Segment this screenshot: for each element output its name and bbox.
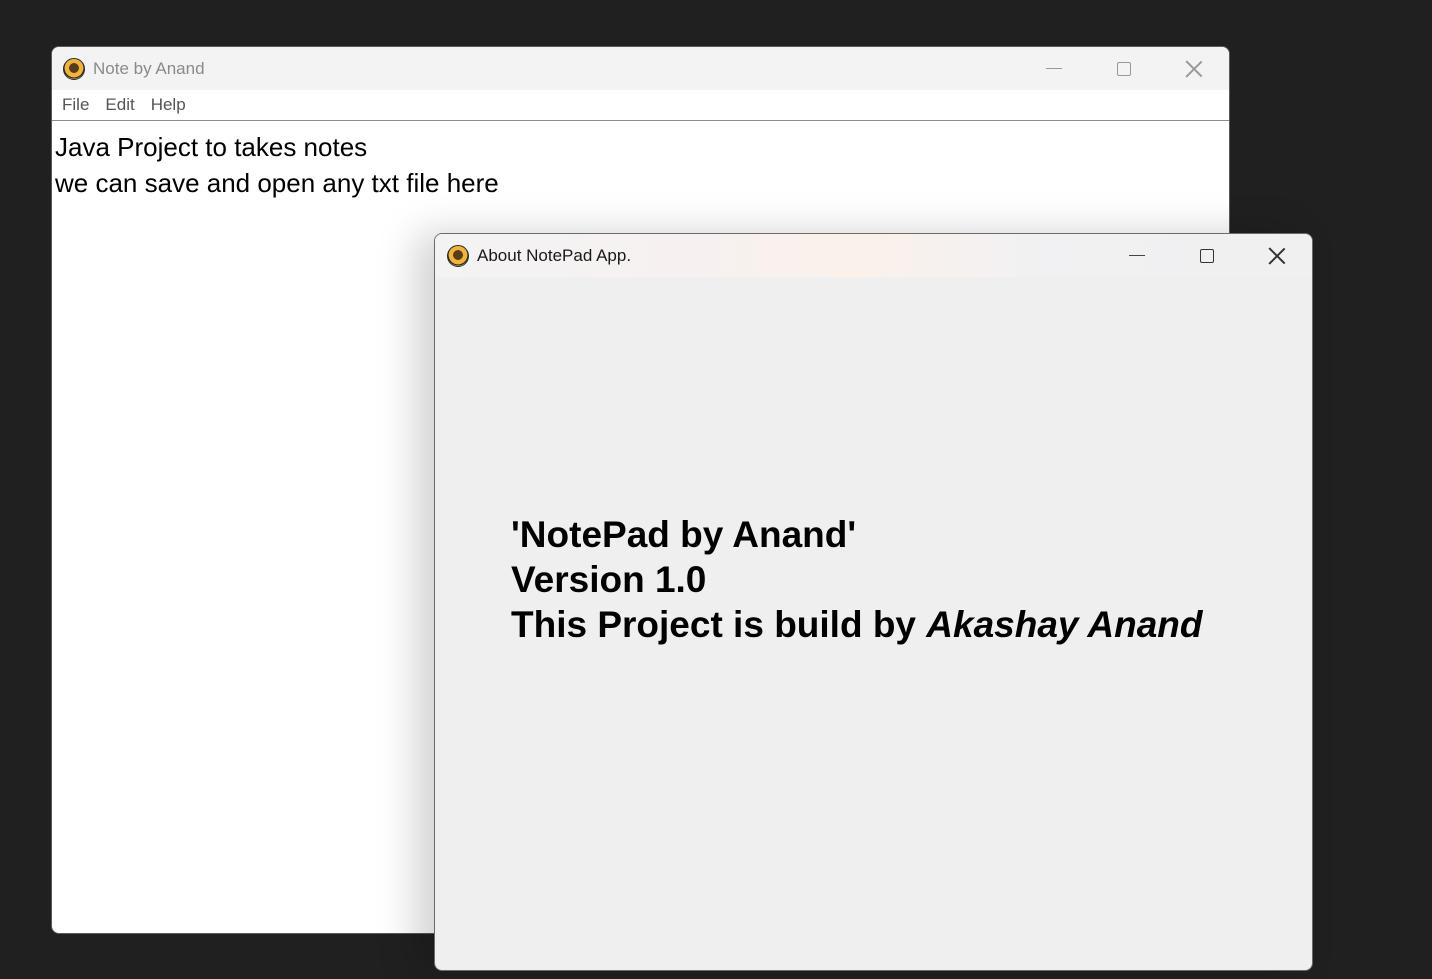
- about-window: About NotePad App. 'NotePad by Anand' Ve…: [434, 233, 1313, 971]
- about-content: 'NotePad by Anand' Version 1.0 This Proj…: [511, 512, 1203, 647]
- about-version: Version 1.0: [511, 559, 707, 600]
- editor-line: we can save and open any txt file here: [55, 168, 499, 198]
- close-icon: [1185, 60, 1203, 78]
- menu-edit[interactable]: Edit: [99, 95, 140, 115]
- about-caption-buttons: [1102, 234, 1312, 277]
- close-icon: [1268, 247, 1286, 265]
- maximize-icon: [1117, 61, 1131, 76]
- about-minimize-button[interactable]: [1102, 234, 1172, 277]
- about-credit: This Project is build by Akashay Anand: [511, 602, 1203, 647]
- notepad-caption-buttons: [1019, 47, 1229, 90]
- notepad-close-button[interactable]: [1159, 47, 1229, 90]
- about-app-name: 'NotePad by Anand': [511, 514, 857, 555]
- app-logo-icon: [63, 57, 85, 80]
- menubar: File Edit Help: [52, 90, 1229, 121]
- about-window-title: About NotePad App.: [477, 245, 632, 265]
- notepad-maximize-button[interactable]: [1089, 47, 1159, 90]
- editor-line: Java Project to takes notes: [55, 132, 368, 162]
- minimize-icon: [1129, 255, 1145, 256]
- notepad-minimize-button[interactable]: [1019, 47, 1089, 90]
- menu-file[interactable]: File: [56, 95, 95, 115]
- about-maximize-button[interactable]: [1172, 234, 1242, 277]
- app-logo-icon: [447, 244, 469, 267]
- menu-help[interactable]: Help: [145, 95, 192, 115]
- maximize-icon: [1200, 248, 1214, 263]
- about-author-name: Akashay Anand: [926, 604, 1203, 645]
- text-editor[interactable]: Java Project to takes notes we can save a…: [52, 121, 1229, 209]
- desktop: Note by Anand File Edit Help Java Projec…: [0, 0, 1432, 979]
- minimize-icon: [1046, 68, 1062, 69]
- about-titlebar[interactable]: About NotePad App.: [435, 234, 1312, 277]
- notepad-titlebar[interactable]: Note by Anand: [52, 47, 1229, 90]
- notepad-window-title: Note by Anand: [93, 58, 205, 78]
- about-close-button[interactable]: [1242, 234, 1312, 277]
- about-credit-prefix: This Project is build by: [511, 604, 927, 645]
